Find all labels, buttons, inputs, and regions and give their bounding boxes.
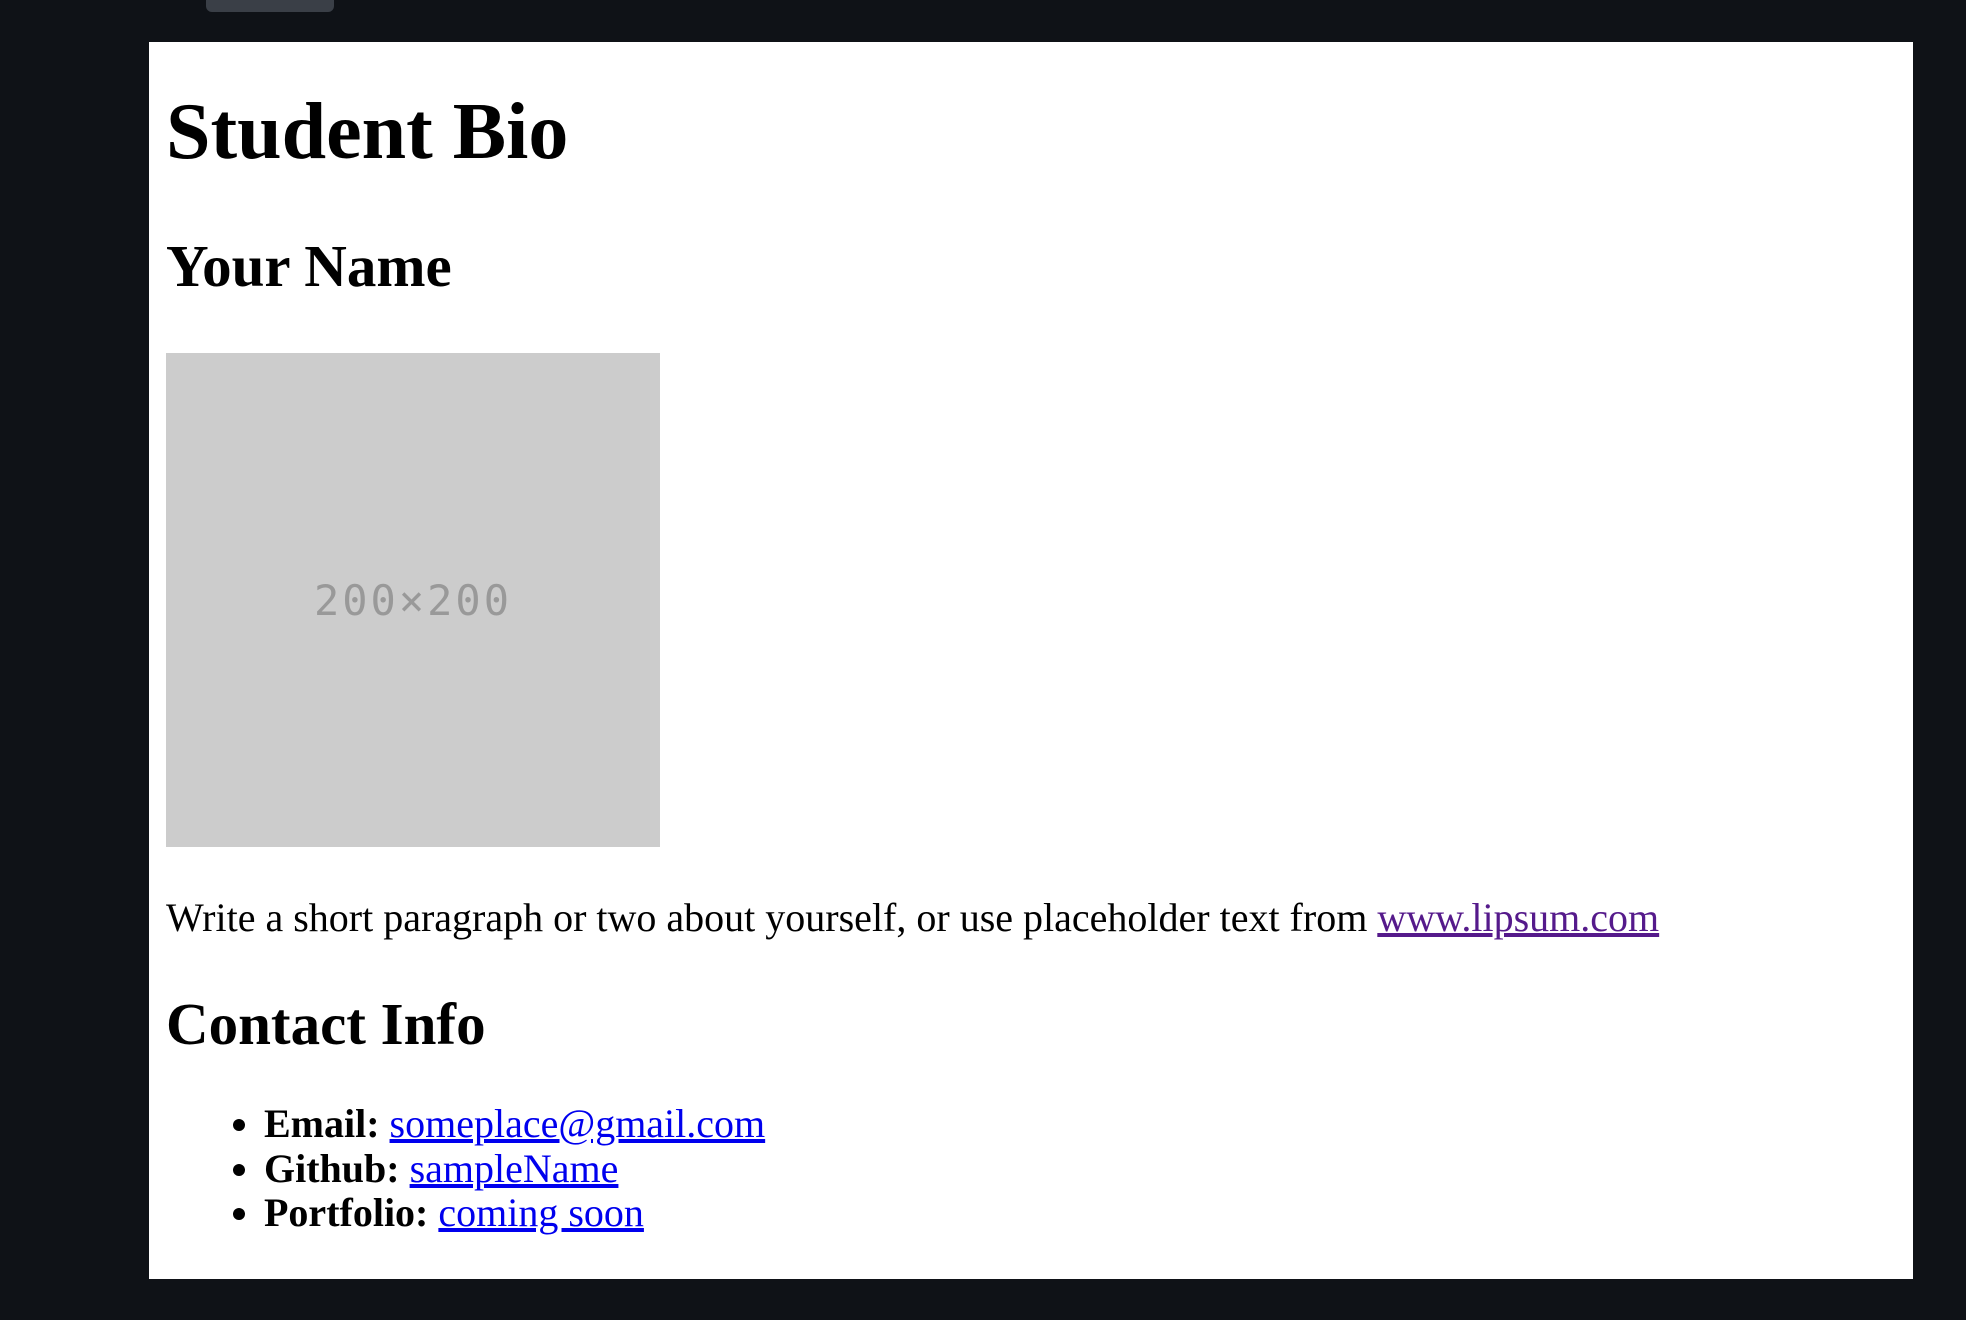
contact-label-portfolio: Portfolio:: [264, 1190, 429, 1235]
portfolio-link[interactable]: coming soon: [438, 1190, 644, 1235]
contact-list: Email: someplace@gmail.com Github: sampl…: [166, 1101, 766, 1236]
contact-item-portfolio: Portfolio: coming soon: [264, 1190, 765, 1236]
preview-frame: Student Bio Your Name 200×200 Write a sh…: [149, 42, 1913, 1279]
contact-label-github: Github:: [264, 1145, 400, 1191]
email-link[interactable]: someplace@gmail.com: [390, 1101, 766, 1146]
profile-image-placeholder: 200×200: [166, 353, 660, 847]
name-heading: Your Name: [166, 233, 452, 299]
github-link[interactable]: sampleName: [410, 1146, 619, 1191]
contact-heading: Contact Info: [166, 991, 486, 1057]
contact-item-github: Github: sampleName: [264, 1145, 765, 1192]
bio-text: Write a short paragraph or two about you…: [166, 895, 1378, 940]
contact-label-email: Email:: [264, 1101, 380, 1146]
top-tab: [206, 0, 334, 12]
contact-item-email: Email: someplace@gmail.com: [264, 1101, 766, 1147]
image-placeholder-label: 200×200: [313, 575, 512, 625]
page-title: Student Bio: [166, 88, 569, 176]
lipsum-link[interactable]: www.lipsum.com: [1377, 895, 1659, 940]
bio-paragraph: Write a short paragraph or two about you…: [166, 894, 1659, 942]
